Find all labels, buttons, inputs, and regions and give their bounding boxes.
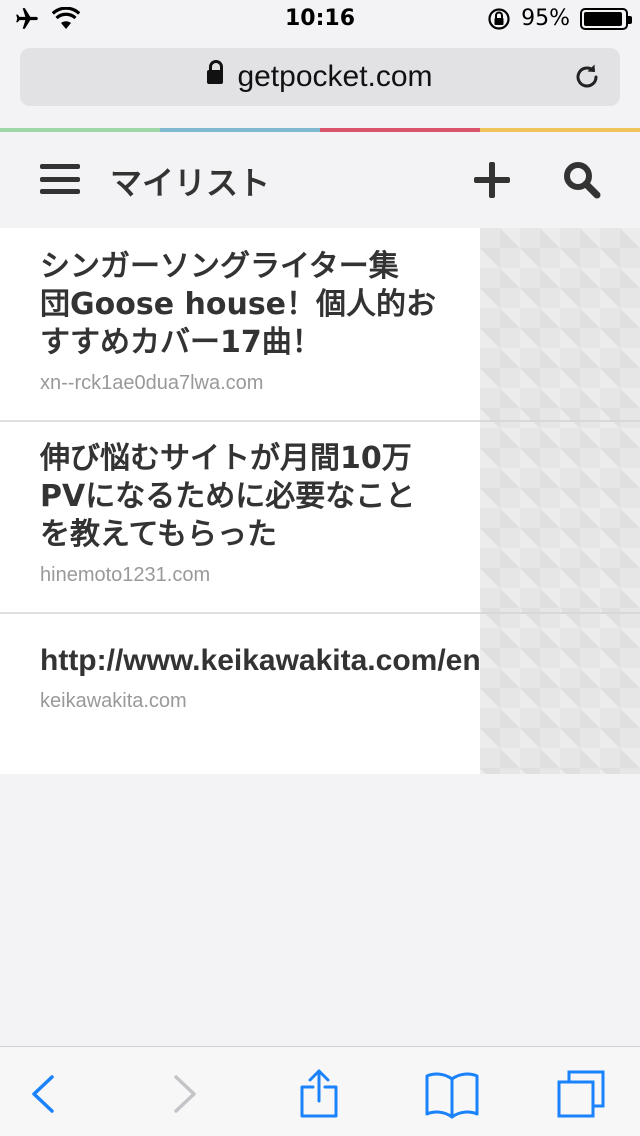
search-icon[interactable] xyxy=(562,160,602,200)
battery-fill xyxy=(584,11,622,26)
bookmarks-icon[interactable] xyxy=(424,1069,480,1119)
reload-icon[interactable] xyxy=(572,62,602,92)
tabs-icon[interactable] xyxy=(556,1069,606,1119)
back-icon[interactable] xyxy=(20,1069,70,1119)
thumbnail-divider xyxy=(480,612,640,614)
app-header: マイリスト xyxy=(0,132,640,228)
share-icon[interactable] xyxy=(294,1069,344,1119)
menu-icon[interactable] xyxy=(40,164,80,194)
battery-icon xyxy=(580,7,632,30)
browser-toolbar xyxy=(0,1046,640,1136)
battery-percent: 95% xyxy=(521,6,570,31)
add-icon[interactable] xyxy=(474,162,510,198)
orientation-lock-icon xyxy=(488,7,510,30)
status-bar: 10:16 95% xyxy=(0,0,640,40)
url-text: getpocket.com xyxy=(237,60,433,93)
lock-icon xyxy=(207,60,224,88)
browser-address-area: getpocket.com xyxy=(0,40,640,128)
address-bar[interactable]: getpocket.com xyxy=(20,48,620,106)
forward-icon[interactable] xyxy=(158,1069,208,1119)
page-title: マイリスト xyxy=(110,164,271,202)
thumbnail-divider xyxy=(480,420,640,422)
thumbnail-panel xyxy=(480,228,640,774)
status-right: 95% xyxy=(487,6,632,31)
url-display[interactable]: getpocket.com xyxy=(20,60,620,94)
